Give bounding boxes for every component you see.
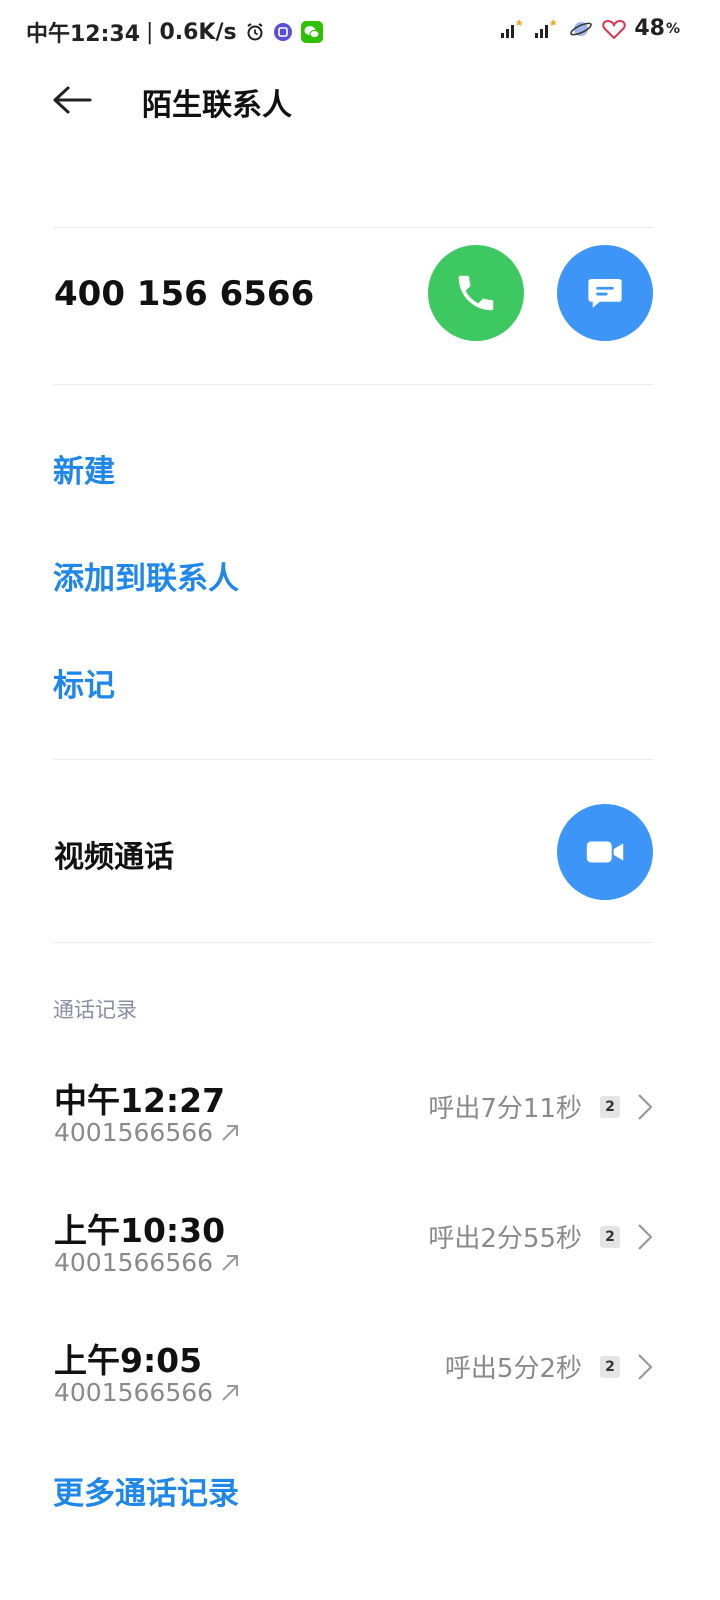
- status-left: 中午12:34 | 0.6K/s: [26, 16, 323, 48]
- outgoing-arrow-icon: [219, 1252, 241, 1274]
- call-number: 4001566566: [54, 1378, 241, 1407]
- status-time: 中午12:34: [26, 22, 141, 47]
- sim-badge: 2: [600, 1355, 620, 1378]
- call-number-text: 4001566566: [54, 1248, 214, 1277]
- status-separator: |: [146, 19, 154, 45]
- mark-link[interactable]: 标记: [53, 660, 115, 705]
- alarm-icon: [245, 22, 265, 42]
- phone-icon: [458, 275, 494, 311]
- video-camera-icon: [586, 841, 624, 863]
- header: 陌生联系人: [0, 62, 720, 142]
- call-number: 4001566566: [54, 1118, 241, 1147]
- outgoing-arrow-icon: [219, 1382, 241, 1404]
- chevron-right-icon: [636, 1222, 654, 1252]
- call-button[interactable]: [428, 245, 524, 341]
- call-log-item[interactable]: 中午12:27 4001566566 呼出7分11秒 2: [0, 1074, 720, 1194]
- number-row: 400 156 6566: [0, 228, 720, 384]
- call-duration: 呼出7分11秒: [428, 1094, 582, 1124]
- add-to-contacts-link[interactable]: 添加到联系人: [53, 553, 239, 598]
- sim-badge: 2: [600, 1225, 620, 1248]
- video-call-label: 视频通话: [54, 840, 174, 875]
- wechat-icon: [300, 21, 323, 43]
- chevron-right-icon: [636, 1092, 654, 1122]
- call-duration: 呼出2分55秒: [428, 1224, 582, 1254]
- call-number-text: 4001566566: [54, 1118, 214, 1147]
- battery-unit: %: [665, 20, 680, 37]
- video-call-row: 视频通话: [0, 760, 720, 942]
- chevron-right-icon: [636, 1352, 654, 1382]
- call-details: 呼出2分55秒 2: [428, 1218, 654, 1255]
- video-call-button[interactable]: [557, 804, 653, 900]
- call-time: 中午12:27: [54, 1081, 226, 1120]
- message-icon: [588, 279, 622, 308]
- status-right: 48 %: [500, 16, 680, 41]
- signal-icon: [534, 18, 560, 40]
- call-number-text: 4001566566: [54, 1378, 214, 1407]
- page-title: 陌生联系人: [142, 88, 292, 123]
- call-details: 呼出5分2秒 2: [445, 1348, 654, 1385]
- call-log-item[interactable]: 上午9:05 4001566566 呼出5分2秒 2: [0, 1334, 720, 1454]
- more-call-log-link[interactable]: 更多通话记录: [53, 1468, 239, 1513]
- divider: [52, 942, 654, 943]
- call-number: 4001566566: [54, 1248, 241, 1277]
- divider: [52, 384, 654, 385]
- phone-number: 400 156 6566: [54, 274, 315, 314]
- net-speed: 0.6K/s: [159, 19, 237, 45]
- signal-icon: [500, 18, 526, 40]
- heart-icon: [602, 18, 627, 40]
- back-button[interactable]: [50, 80, 98, 120]
- status-bar: 中午12:34 | 0.6K/s 48 %: [0, 0, 720, 62]
- sim-badge: 2: [600, 1095, 620, 1118]
- new-contact-link[interactable]: 新建: [53, 446, 115, 491]
- outgoing-arrow-icon: [219, 1122, 241, 1144]
- tieba-icon: [273, 22, 293, 42]
- call-log-title: 通话记录: [53, 998, 137, 1022]
- planet-icon: [568, 18, 594, 40]
- call-time: 上午10:30: [54, 1211, 226, 1250]
- call-duration: 呼出5分2秒: [444, 1354, 582, 1384]
- call-details: 呼出7分11秒 2: [428, 1088, 654, 1125]
- call-time: 上午9:05: [54, 1341, 203, 1380]
- message-button[interactable]: [557, 245, 653, 341]
- battery-percent: 48: [634, 16, 665, 41]
- back-arrow-icon: [53, 86, 92, 114]
- call-log-item[interactable]: 上午10:30 4001566566 呼出2分55秒 2: [0, 1204, 720, 1324]
